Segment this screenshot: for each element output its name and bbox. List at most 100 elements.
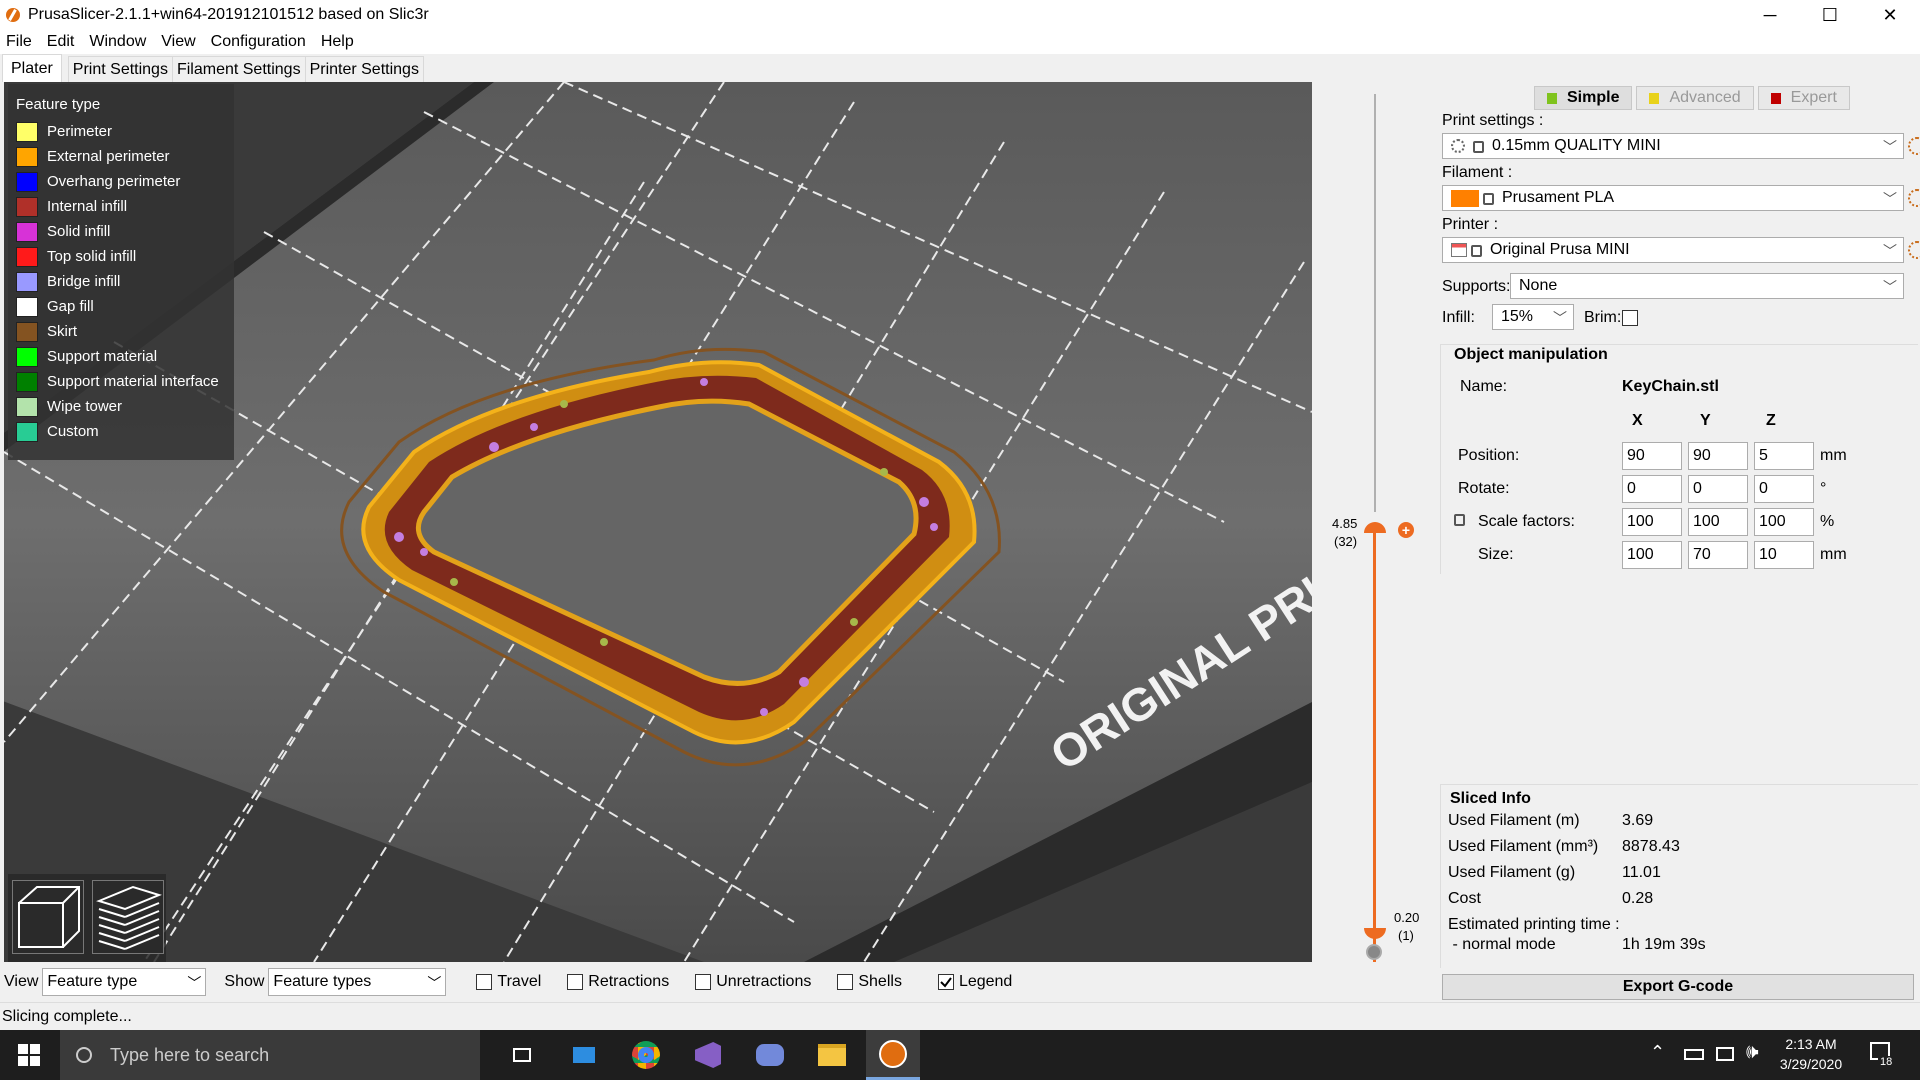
show-features-select[interactable]: Feature types ﹀ bbox=[268, 968, 447, 996]
network-icon[interactable] bbox=[1716, 1047, 1734, 1061]
3d-view-cube-icon[interactable] bbox=[12, 880, 84, 954]
chevron-down-icon: ﹀ bbox=[1553, 310, 1567, 326]
scale-z-input[interactable]: 100 bbox=[1754, 508, 1814, 536]
minimize-button[interactable]: ─ bbox=[1740, 0, 1800, 30]
mode-expert-icon bbox=[1770, 92, 1781, 104]
legend-item: Internal infill bbox=[16, 194, 226, 219]
search-placeholder: Type here to search bbox=[110, 1044, 270, 1065]
position-x-input[interactable]: 90 bbox=[1622, 442, 1682, 470]
layer-slider[interactable]: 4.85 (32) + 0.20 (1) bbox=[1312, 82, 1436, 1012]
travel-check-box[interactable] bbox=[476, 974, 493, 990]
menu-view[interactable]: View bbox=[161, 33, 195, 51]
preview-layers-icon[interactable] bbox=[92, 880, 164, 954]
printer-icon bbox=[1451, 243, 1467, 257]
legend-swatch bbox=[16, 146, 38, 167]
legend-swatch bbox=[16, 196, 38, 217]
position-z-input[interactable]: 5 bbox=[1754, 442, 1814, 470]
clock-date[interactable]: 3/29/2020 bbox=[1770, 1056, 1852, 1072]
legend-check-box[interactable] bbox=[937, 974, 954, 990]
filament-select[interactable]: Prusament PLA ﹀ bbox=[1442, 185, 1904, 211]
legend-swatch bbox=[16, 171, 38, 192]
brim-checkbox[interactable] bbox=[1622, 310, 1638, 326]
scale-y-input[interactable]: 100 bbox=[1688, 508, 1748, 536]
legend-checkbox[interactable]: Legend bbox=[937, 973, 1012, 991]
scale-x-input[interactable]: 100 bbox=[1622, 508, 1682, 536]
position-label: Position: bbox=[1458, 447, 1520, 464]
slider-bottom-value: 0.20 bbox=[1394, 910, 1420, 925]
menu-configuration[interactable]: Configuration bbox=[211, 33, 306, 51]
printer-gear-icon[interactable] bbox=[1908, 241, 1920, 259]
legend-swatch bbox=[16, 121, 38, 142]
legend-item: Wipe tower bbox=[16, 394, 226, 419]
axis-z-label: Z bbox=[1766, 412, 1776, 429]
size-x-input[interactable]: 100 bbox=[1622, 541, 1682, 569]
menu-window[interactable]: Window bbox=[89, 33, 146, 51]
slider-top-thumb[interactable] bbox=[1364, 522, 1386, 533]
travel-checkbox[interactable]: Travel bbox=[476, 973, 541, 991]
view-type-select[interactable]: Feature type ﹀ bbox=[42, 968, 207, 996]
shells-checkbox[interactable]: Shells bbox=[837, 973, 902, 991]
printer-select[interactable]: Original Prusa MINI ﹀ bbox=[1442, 237, 1904, 263]
legend-swatch bbox=[16, 271, 38, 292]
export-gcode-button[interactable]: Export G-code bbox=[1442, 974, 1914, 1000]
search-icon bbox=[76, 1047, 92, 1063]
scale-unit: % bbox=[1820, 513, 1835, 530]
infill-select[interactable]: 15% ﹀ bbox=[1492, 304, 1574, 330]
chevron-down-icon: ﹀ bbox=[427, 975, 442, 991]
estimated-time-label: Estimated printing time : bbox=[1448, 916, 1620, 933]
retractions-check-box[interactable] bbox=[567, 974, 584, 990]
tab-printer-settings[interactable]: Printer Settings bbox=[304, 56, 424, 82]
chrome-icon[interactable] bbox=[626, 1037, 666, 1073]
rotate-y-input[interactable]: 0 bbox=[1688, 475, 1748, 503]
supports-select[interactable]: None ﹀ bbox=[1510, 273, 1904, 299]
clock-time[interactable]: 2:13 AM bbox=[1776, 1036, 1846, 1052]
slider-bottom-thumb[interactable] bbox=[1364, 928, 1386, 939]
slider-lock-icon[interactable] bbox=[1366, 944, 1382, 960]
network-app-icon[interactable] bbox=[564, 1037, 604, 1073]
tab-filament-settings[interactable]: Filament Settings bbox=[171, 56, 306, 82]
rotate-x-input[interactable]: 0 bbox=[1622, 475, 1682, 503]
legend-item: Overhang perimeter bbox=[16, 169, 226, 194]
mode-simple-button[interactable]: Simple bbox=[1534, 86, 1633, 110]
unretractions-check-box[interactable] bbox=[695, 974, 712, 990]
print-settings-select[interactable]: 0.15mm QUALITY MINI ﹀ bbox=[1442, 133, 1904, 159]
file-explorer-icon[interactable] bbox=[812, 1037, 852, 1073]
add-color-change-icon[interactable]: + bbox=[1398, 522, 1414, 538]
prusaslicer-taskbar-icon[interactable] bbox=[866, 1030, 920, 1080]
menu-edit[interactable]: Edit bbox=[47, 33, 75, 51]
volume-icon[interactable]: 🕪 bbox=[1746, 1041, 1759, 1064]
supports-label: Supports: bbox=[1442, 278, 1511, 295]
size-z-input[interactable]: 10 bbox=[1754, 541, 1814, 569]
filament-gear-icon[interactable] bbox=[1908, 189, 1920, 207]
lock-icon bbox=[1471, 245, 1482, 257]
print-settings-gear-icon[interactable] bbox=[1908, 137, 1920, 155]
infill-label: Infill: bbox=[1442, 309, 1475, 326]
legend-swatch bbox=[16, 246, 38, 267]
position-y-input[interactable]: 90 bbox=[1688, 442, 1748, 470]
show-hidden-icons-icon[interactable]: ⌃ bbox=[1650, 1042, 1665, 1063]
tab-plater[interactable]: Plater bbox=[2, 54, 62, 82]
menu-file[interactable]: File bbox=[6, 33, 32, 51]
size-unit: mm bbox=[1820, 546, 1847, 563]
windows-start-icon[interactable] bbox=[18, 1044, 40, 1066]
visual-studio-icon[interactable] bbox=[688, 1037, 728, 1073]
shells-check-box[interactable] bbox=[837, 974, 854, 990]
close-button[interactable]: ✕ bbox=[1860, 0, 1920, 30]
scale-lock-icon[interactable] bbox=[1454, 514, 1465, 526]
rotate-z-input[interactable]: 0 bbox=[1754, 475, 1814, 503]
used-filament-m-label: Used Filament (m) bbox=[1448, 812, 1580, 829]
maximize-button[interactable]: ☐ bbox=[1800, 0, 1860, 30]
retractions-checkbox[interactable]: Retractions bbox=[567, 973, 669, 991]
discord-icon[interactable] bbox=[750, 1037, 790, 1073]
size-y-input[interactable]: 70 bbox=[1688, 541, 1748, 569]
mode-advanced-button[interactable]: Advanced bbox=[1636, 86, 1754, 110]
taskbar-search-box[interactable]: Type here to search bbox=[60, 1030, 480, 1080]
size-label: Size: bbox=[1478, 546, 1514, 563]
filament-label: Filament : bbox=[1442, 164, 1513, 181]
task-view-icon[interactable] bbox=[502, 1037, 542, 1073]
unretractions-checkbox[interactable]: Unretractions bbox=[695, 973, 811, 991]
tab-bar: Plater Print Settings Filament Settings … bbox=[0, 54, 1920, 82]
mode-expert-button[interactable]: Expert bbox=[1757, 86, 1850, 110]
tab-print-settings[interactable]: Print Settings bbox=[67, 56, 173, 82]
menu-help[interactable]: Help bbox=[321, 33, 354, 51]
